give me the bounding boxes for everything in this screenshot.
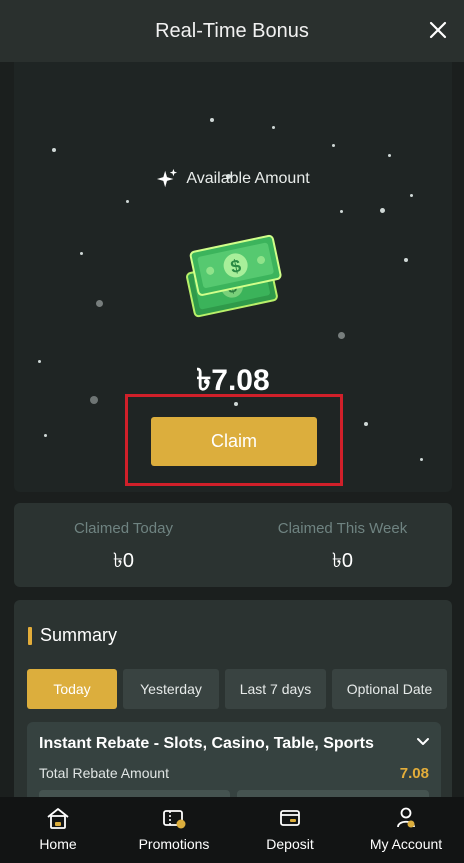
nav-deposit-label: Deposit — [266, 836, 314, 852]
claimed-stats: Claimed Today ৳0 Claimed This Week ৳0 — [14, 503, 452, 587]
bottom-nav: Home Promotions Deposit My Account — [0, 797, 464, 863]
claimed-week-value: ৳0 — [331, 550, 354, 572]
star-dot — [364, 422, 368, 426]
summary-title-text: Summary — [40, 625, 118, 645]
claimed-week-label: Claimed This Week — [277, 520, 408, 537]
tab-last-7-days[interactable]: Last 7 days — [225, 669, 326, 709]
nav-promotions[interactable]: Promotions — [116, 797, 232, 863]
sparkle-icon — [157, 168, 178, 188]
tab-today[interactable]: Today — [27, 669, 117, 709]
summary-title: Summary — [28, 625, 117, 646]
nav-my-account-label: My Account — [369, 836, 443, 852]
close-icon[interactable] — [426, 18, 450, 42]
home-icon — [47, 808, 69, 829]
star-dot — [210, 118, 214, 122]
available-amount-panel: Available Amount $ $ ৳7.08 Claim — [14, 62, 452, 492]
nav-home-label: Home — [39, 836, 77, 852]
star-dot — [340, 210, 343, 213]
nav-deposit[interactable]: Deposit — [232, 797, 348, 863]
tab-yesterday[interactable]: Yesterday — [123, 669, 219, 709]
star-dot — [380, 208, 385, 213]
tab-optional-date[interactable]: Optional Date — [332, 669, 447, 709]
modal-header: Real-Time Bonus — [0, 0, 464, 62]
promotions-icon — [163, 810, 186, 829]
star-dot — [126, 200, 129, 203]
deposit-icon — [280, 810, 300, 826]
page-title: Real-Time Bonus — [155, 19, 309, 42]
nav-my-account[interactable]: My Account — [348, 797, 464, 863]
nav-home[interactable]: Home — [0, 797, 116, 863]
claimed-today-label: Claimed Today — [74, 520, 173, 537]
star-dot — [420, 458, 423, 461]
claim-button[interactable]: Claim — [151, 417, 317, 466]
claimed-today-stat: Claimed Today ৳0 — [14, 503, 233, 587]
date-filter-tabs: Today Yesterday Last 7 days Optional Dat… — [27, 669, 447, 709]
total-rebate-value: 7.08 — [399, 765, 429, 782]
star-dot — [332, 144, 335, 147]
star-dot — [44, 434, 47, 437]
star-dot — [404, 258, 408, 262]
star-dot — [388, 154, 391, 157]
total-rebate-label: Total Rebate Amount — [39, 765, 169, 781]
money-icon: $ $ — [186, 234, 282, 318]
star-dot — [410, 194, 413, 197]
star-dot — [52, 148, 56, 152]
claimed-today-value: ৳0 — [112, 550, 135, 572]
chevron-down-icon[interactable] — [415, 734, 431, 750]
star-dot — [96, 300, 103, 307]
claimed-week-stat: Claimed This Week ৳0 — [233, 503, 452, 587]
nav-promotions-label: Promotions — [138, 836, 210, 852]
available-amount-label: Available Amount — [14, 168, 452, 190]
title-accent-bar — [28, 626, 32, 645]
account-icon — [397, 807, 415, 828]
rebate-title: Instant Rebate - Slots, Casino, Table, S… — [39, 735, 374, 752]
star-dot — [338, 332, 345, 339]
star-dot — [80, 252, 83, 255]
star-dot — [272, 126, 275, 129]
available-label-text: Available Amount — [186, 170, 310, 187]
